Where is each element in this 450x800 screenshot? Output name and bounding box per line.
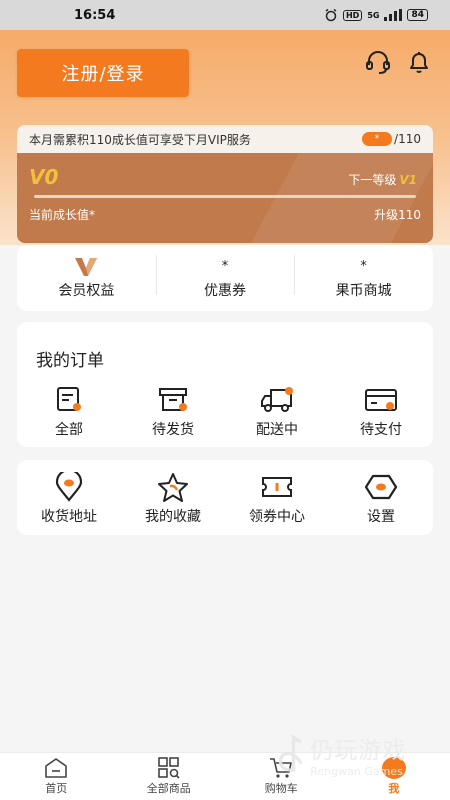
- upgrade-requirement: 升级110: [374, 208, 421, 222]
- order-pending-shipment[interactable]: 待发货: [121, 385, 225, 439]
- profile-icon: [381, 757, 406, 779]
- star-icon: [158, 473, 188, 502]
- status-bar: 16:54 HD 5G 84: [0, 0, 450, 30]
- tab-home[interactable]: 首页: [0, 753, 113, 800]
- home-icon: [45, 758, 68, 778]
- vip-notice-bar: 本月需累积110成长值可享受下月VIP服务 * /110: [17, 125, 433, 153]
- benefits-card: 会员权益 * 优惠券 * 果币商城: [17, 245, 433, 311]
- service-label: 领券中心: [249, 509, 305, 525]
- card-icon: [365, 389, 397, 411]
- cart-icon: [270, 758, 293, 778]
- benefit-label: 果币商城: [335, 283, 392, 299]
- signal-icon: [384, 9, 403, 21]
- service-favorites[interactable]: 我的收藏: [121, 472, 225, 526]
- order-label: 待发货: [152, 422, 194, 438]
- services-card: 收货地址 我的收藏 领券中心 设置: [17, 460, 433, 535]
- service-address[interactable]: 收货地址: [17, 472, 121, 526]
- status-icons: HD 5G 84: [324, 8, 428, 22]
- document-icon: [57, 387, 81, 411]
- vip-level-panel: V0 下一等级 V1 当前成长值* 升级110: [17, 153, 433, 243]
- battery-indicator: 84: [407, 9, 428, 21]
- member-v-icon: [75, 258, 98, 276]
- benefit-coin-mall[interactable]: * 果币商城: [294, 245, 433, 311]
- growth-goal-text: /110: [394, 132, 421, 146]
- status-time: 16:54: [74, 7, 116, 23]
- grid-search-icon: [157, 757, 180, 779]
- ticket-icon: [262, 477, 292, 497]
- network-5g-indicator: 5G: [367, 10, 380, 20]
- vip-card[interactable]: 本月需累积110成长值可享受下月VIP服务 * /110 V0 下一等级 V1 当…: [17, 125, 433, 243]
- tab-cart[interactable]: 购物车: [225, 753, 338, 800]
- benefit-label: 优惠券: [204, 283, 246, 299]
- growth-progress-pill: *: [362, 132, 393, 146]
- bottom-tab-bar: 首页 全部商品 购物车 我: [0, 752, 450, 800]
- alarm-icon: [325, 8, 337, 22]
- coin-count: *: [360, 259, 367, 274]
- order-status-row: 全部 待发货 配送中 待支付: [17, 385, 433, 439]
- growth-progress-bar: [34, 195, 416, 198]
- location-pin-icon: [55, 472, 83, 502]
- bell-icon[interactable]: [405, 48, 433, 76]
- service-settings[interactable]: 设置: [329, 472, 433, 526]
- benefit-coupons[interactable]: * 优惠券: [155, 245, 295, 311]
- tab-label: 首页: [45, 782, 68, 795]
- services-row: 收货地址 我的收藏 领券中心 设置: [17, 472, 433, 526]
- coupon-count: *: [221, 259, 229, 274]
- service-label: 设置: [367, 509, 395, 525]
- headset-icon[interactable]: [364, 48, 392, 76]
- order-in-delivery[interactable]: 配送中: [225, 385, 329, 439]
- current-growth-label: 当前成长值*: [29, 208, 96, 222]
- tab-label: 全部商品: [146, 782, 191, 795]
- order-label: 待支付: [360, 422, 402, 438]
- box-icon: [159, 388, 187, 411]
- order-all[interactable]: 全部: [17, 385, 121, 439]
- tab-label: 购物车: [264, 782, 298, 795]
- service-coupon-center[interactable]: 领券中心: [225, 472, 329, 526]
- order-pending-payment[interactable]: 待支付: [329, 385, 433, 439]
- settings-hexagon-icon: [364, 474, 398, 500]
- tab-me[interactable]: 我: [338, 753, 450, 800]
- tab-all-products[interactable]: 全部商品: [113, 753, 226, 800]
- register-login-button[interactable]: 注册/登录: [17, 49, 189, 97]
- benefit-member-rights[interactable]: 会员权益: [17, 245, 156, 311]
- current-level-badge: V0: [29, 165, 59, 189]
- orders-title: 我的订单: [36, 351, 104, 371]
- order-label: 配送中: [256, 422, 298, 438]
- next-level: 下一等级 V1: [348, 171, 417, 188]
- hd-indicator: HD: [342, 9, 363, 21]
- my-orders-card: 我的订单 全部 待发货 配送中 待支付: [17, 322, 433, 447]
- tab-label: 我: [388, 782, 400, 795]
- vip-notice-text: 本月需累积110成长值可享受下月VIP服务: [29, 132, 251, 147]
- benefit-label: 会员权益: [58, 283, 115, 299]
- truck-icon: [261, 387, 293, 412]
- order-label: 全部: [55, 422, 83, 438]
- service-label: 收货地址: [41, 509, 97, 525]
- next-level-label: 下一等级: [348, 173, 397, 187]
- service-label: 我的收藏: [145, 509, 201, 525]
- next-level-badge: V1: [399, 173, 417, 187]
